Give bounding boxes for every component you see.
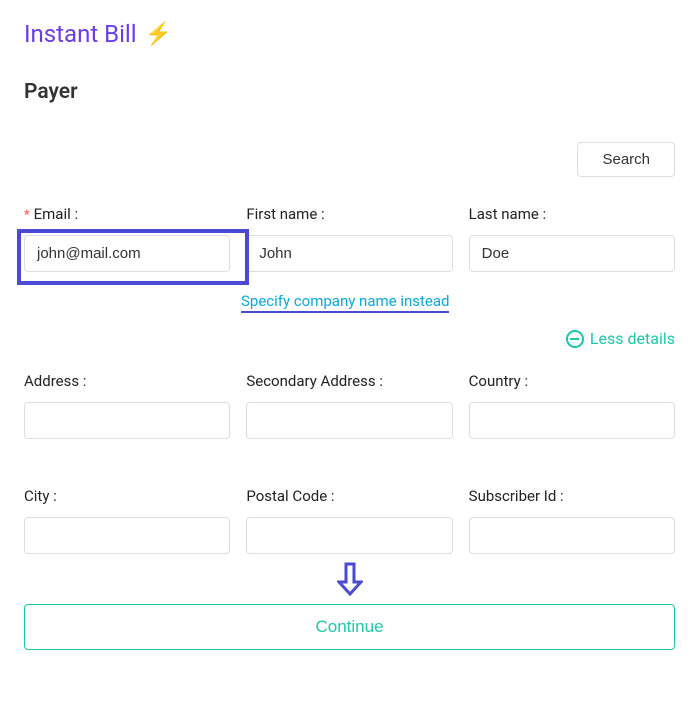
address-input[interactable] <box>24 402 230 439</box>
page-title: Instant Bill ⚡ <box>24 20 675 48</box>
bolt-icon: ⚡ <box>145 22 172 47</box>
section-heading: Payer <box>24 80 675 104</box>
continue-button[interactable]: Continue <box>24 604 675 650</box>
minus-circle-icon <box>566 330 584 348</box>
subscriber-id-label: Subscriber Id : <box>469 487 675 505</box>
email-label: *Email : <box>24 205 230 223</box>
arrow-down-icon <box>337 562 363 596</box>
address-label: Address : <box>24 372 230 390</box>
first-name-input[interactable] <box>246 235 452 272</box>
required-star-icon: * <box>24 208 30 223</box>
secondary-address-label: Secondary Address : <box>246 372 452 390</box>
secondary-address-input[interactable] <box>246 402 452 439</box>
subscriber-id-input[interactable] <box>469 517 675 554</box>
specify-company-link[interactable]: Specify company name instead <box>241 292 449 313</box>
country-input[interactable] <box>469 402 675 439</box>
postal-code-input[interactable] <box>246 517 452 554</box>
city-input[interactable] <box>24 517 230 554</box>
last-name-label: Last name : <box>469 205 675 223</box>
title-text: Instant Bill <box>24 20 137 48</box>
first-name-label: First name : <box>246 205 452 223</box>
search-button[interactable]: Search <box>577 142 675 177</box>
postal-code-label: Postal Code : <box>246 487 452 505</box>
country-label: Country : <box>469 372 675 390</box>
city-label: City : <box>24 487 230 505</box>
email-input[interactable] <box>24 235 230 272</box>
less-details-label: Less details <box>590 329 675 348</box>
last-name-input[interactable] <box>469 235 675 272</box>
less-details-toggle[interactable]: Less details <box>566 329 675 348</box>
